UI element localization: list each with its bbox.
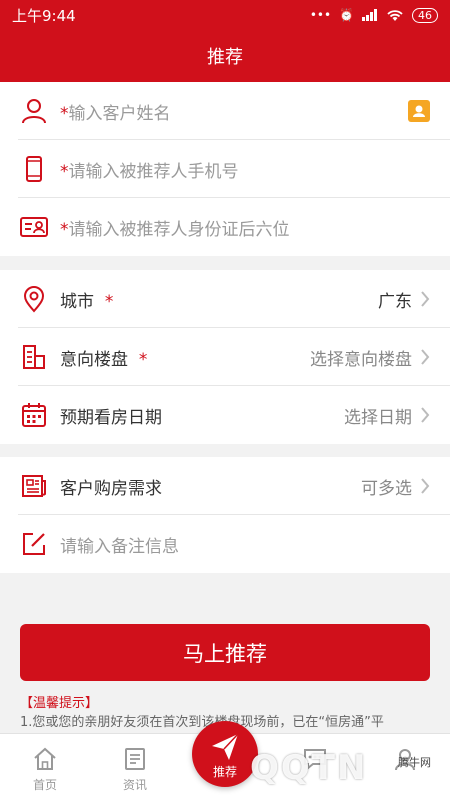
client-name-placeholder: 输入客户姓名 bbox=[68, 103, 171, 124]
building-icon bbox=[20, 343, 48, 371]
viewing-date-value: 选择日期 bbox=[344, 407, 412, 428]
required-mark: * bbox=[60, 219, 69, 240]
tab-news-label: 资讯 bbox=[122, 778, 147, 792]
remark-field[interactable]: 请输入备注信息 bbox=[0, 515, 450, 573]
estate-value: 选择意向楼盘 bbox=[310, 349, 412, 370]
status-icons: ••• ⏰ 46 bbox=[309, 7, 438, 23]
news-icon bbox=[125, 748, 145, 770]
tips-title: 【温馨提示】 bbox=[20, 696, 99, 711]
fab-label: 推荐 bbox=[212, 765, 237, 779]
calendar-icon bbox=[20, 401, 48, 429]
status-bar: 上午9:44 ••• ⏰ 46 bbox=[0, 0, 450, 30]
needs-label: 客户购房需求 bbox=[60, 478, 162, 499]
home-icon bbox=[34, 747, 56, 770]
watermark-small-text: 腾牛网 bbox=[398, 756, 431, 769]
city-select[interactable]: 城市 * 广东 bbox=[0, 270, 450, 328]
more-dots-icon: ••• bbox=[309, 8, 332, 22]
tab-home-label: 首页 bbox=[32, 778, 57, 792]
wifi-icon bbox=[387, 9, 403, 21]
needs-value: 可多选 bbox=[361, 478, 412, 499]
chevron-right-icon bbox=[421, 349, 430, 365]
required-mark: * bbox=[60, 103, 69, 124]
chevron-right-icon bbox=[421, 407, 430, 423]
user-icon bbox=[20, 97, 48, 125]
location-pin-icon bbox=[20, 285, 48, 313]
alarm-icon: ⏰ bbox=[339, 8, 354, 22]
city-label: 城市 bbox=[60, 291, 94, 312]
client-info-section: *输入客户姓名 *请输入被推荐人手机号 *请输入被推荐人身份证后六位 bbox=[0, 82, 450, 256]
paper-plane-icon bbox=[212, 733, 239, 760]
remark-placeholder: 请输入备注信息 bbox=[60, 536, 179, 557]
tab-home[interactable]: 首页 bbox=[0, 734, 90, 800]
required-mark: * bbox=[60, 161, 69, 182]
contact-book-icon[interactable] bbox=[408, 100, 430, 122]
edit-icon bbox=[20, 530, 48, 558]
city-value: 广东 bbox=[378, 291, 412, 312]
recommend-fab-button[interactable]: 推荐 bbox=[192, 721, 258, 787]
required-mark: * bbox=[138, 349, 148, 370]
title-bar: 推荐 bbox=[0, 30, 450, 82]
needs-select[interactable]: 客户购房需求 可多选 bbox=[0, 457, 450, 515]
id-card-placeholder: 请输入被推荐人身份证后六位 bbox=[68, 219, 290, 240]
newspaper-icon bbox=[20, 472, 48, 500]
estate-select[interactable]: 意向楼盘 * 选择意向楼盘 bbox=[0, 328, 450, 386]
id-card-field[interactable]: *请输入被推荐人身份证后六位 bbox=[0, 198, 450, 256]
viewing-date-label: 预期看房日期 bbox=[60, 407, 162, 428]
estate-label: 意向楼盘 bbox=[60, 349, 128, 370]
needs-section: 客户购房需求 可多选 请输入备注信息 bbox=[0, 457, 450, 573]
page-title: 推荐 bbox=[207, 47, 243, 68]
recommend-submit-button[interactable]: 马上推荐 bbox=[20, 624, 430, 681]
tab-news[interactable]: 资讯 bbox=[90, 734, 180, 800]
client-name-field[interactable]: *输入客户姓名 bbox=[0, 82, 450, 140]
phone-icon bbox=[20, 155, 48, 183]
status-time: 上午9:44 bbox=[12, 6, 76, 25]
required-mark: * bbox=[104, 291, 114, 312]
signal-icon bbox=[362, 9, 377, 21]
property-section: 城市 * 广东 意向楼盘 * 选择意向楼盘 预期看房日期 选择日期 bbox=[0, 270, 450, 444]
battery-indicator: 46 bbox=[412, 7, 438, 23]
viewing-date-select[interactable]: 预期看房日期 选择日期 bbox=[0, 386, 450, 444]
watermark-logo: QQTN bbox=[250, 748, 368, 788]
chevron-right-icon bbox=[421, 291, 430, 307]
chevron-right-icon bbox=[421, 478, 430, 494]
phone-field[interactable]: *请输入被推荐人手机号 bbox=[0, 140, 450, 198]
phone-placeholder: 请输入被推荐人手机号 bbox=[68, 161, 239, 182]
id-card-icon bbox=[20, 213, 48, 241]
